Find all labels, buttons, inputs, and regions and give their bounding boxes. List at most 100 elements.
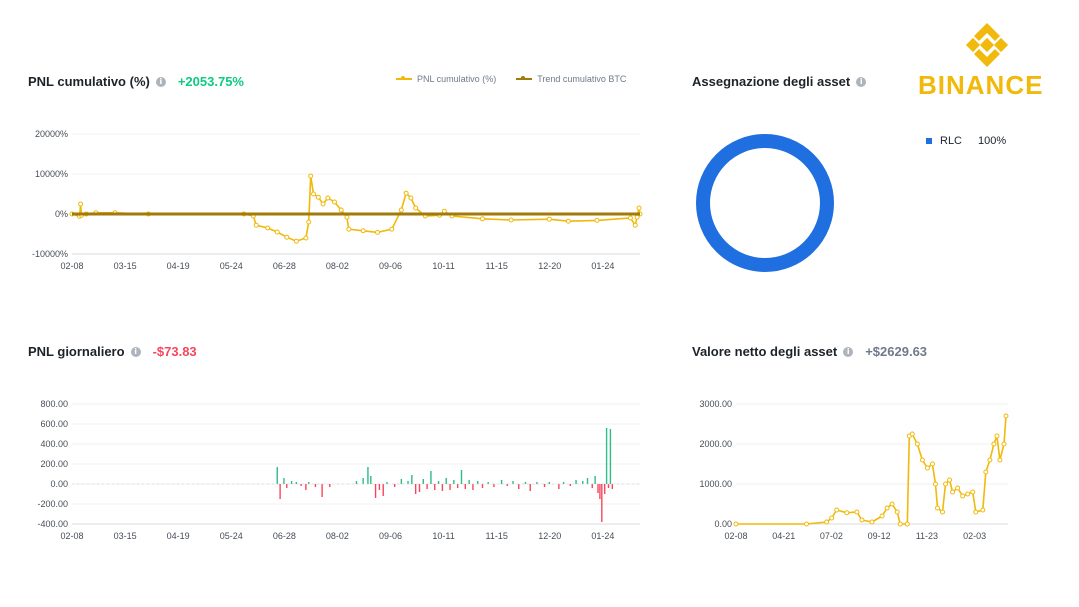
info-icon[interactable]: i: [130, 346, 141, 357]
y-tick-label: 20000%: [35, 129, 68, 139]
data-point: [889, 501, 895, 507]
bar: [500, 480, 503, 484]
legend-swatch-pnl: [396, 76, 412, 80]
bar: [518, 484, 520, 489]
bar: [493, 484, 495, 487]
data-point: [332, 199, 338, 205]
y-tick-label: -200.00: [37, 499, 68, 509]
binance-logo: BINANCE: [912, 20, 1062, 102]
bar: [569, 484, 572, 486]
x-tick-label: 09-06: [379, 261, 402, 271]
data-point: [403, 190, 409, 196]
bar: [558, 484, 560, 489]
data-point: [594, 217, 600, 223]
daily-pnl-title: PNL giornaliero: [28, 344, 125, 359]
data-point: [360, 228, 366, 234]
data-point: [829, 515, 835, 521]
bar: [609, 429, 612, 484]
bar: [591, 484, 593, 488]
data-point: [897, 521, 903, 527]
allocation-donut-chart: [696, 134, 834, 272]
info-icon[interactable]: i: [856, 76, 867, 87]
data-point: [303, 235, 309, 241]
y-tick-label: 2000.00: [699, 439, 732, 449]
networth-chart: 3000.00 2000.00 1000.00 0.00 02-08 04-21 07-02…: [699, 399, 1009, 541]
bar: [276, 467, 278, 484]
y-tick-label: 400.00: [40, 439, 68, 449]
bar: [437, 481, 440, 484]
bar: [290, 481, 293, 484]
bar: [362, 478, 364, 484]
data-point: [955, 485, 961, 491]
bar: [283, 478, 285, 484]
data-point: [293, 238, 299, 244]
info-icon[interactable]: i: [843, 346, 854, 357]
data-point: [919, 457, 925, 463]
allocation-asset-label: RLC: [940, 135, 963, 147]
x-tick-label: 02-08: [60, 261, 83, 271]
binance-diamond-icon: [965, 23, 1009, 67]
bar: [329, 484, 331, 487]
data-point: [306, 219, 312, 225]
networth-header: Valore netto degli asset i +$2629.63: [692, 344, 927, 359]
bar: [411, 475, 413, 484]
cumulative-legend: PNL cumulativo (%) Trend cumulativo BTC: [396, 74, 626, 84]
data-point: [733, 521, 739, 527]
y-tick-label: 200.00: [40, 459, 68, 469]
data-point: [934, 505, 940, 511]
data-point: [508, 217, 514, 223]
data-point: [338, 207, 344, 213]
bar: [468, 480, 470, 484]
x-tick-label: 04-21: [772, 531, 795, 541]
cumulative-pnl-value: +2053.75%: [177, 74, 244, 89]
cumulative-pnl-chart: 20000% 10000% 0% -10000% 02-08 03-15 04-19 05-2…: [32, 129, 643, 271]
data-point: [950, 489, 956, 495]
bar: [512, 481, 514, 484]
data-point: [834, 507, 840, 513]
bar: [314, 484, 317, 487]
x-tick-label: 02-08: [724, 531, 747, 541]
data-point: [947, 477, 953, 483]
data-point: [894, 509, 900, 515]
bar: [464, 484, 467, 489]
bar: [378, 484, 381, 490]
legend-item-btc[interactable]: Trend cumulativo BTC: [516, 74, 626, 84]
bar: [594, 476, 596, 484]
data-point: [413, 205, 419, 211]
x-tick-label: 09-12: [868, 531, 891, 541]
legend-item-pnl[interactable]: PNL cumulativo (%): [396, 74, 496, 84]
pie-slice-rlc: [696, 134, 834, 272]
data-point: [924, 465, 930, 471]
bar: [524, 482, 527, 484]
bar: [601, 484, 603, 522]
bar: [300, 484, 302, 486]
bar: [355, 481, 358, 484]
data-point: [991, 441, 997, 447]
data-point: [940, 509, 946, 515]
data-point: [973, 509, 979, 515]
bar: [456, 484, 459, 488]
legend-label-btc: Trend cumulativo BTC: [537, 74, 627, 84]
data-point: [1003, 413, 1009, 419]
data-point: [879, 513, 885, 519]
data-point: [374, 229, 380, 235]
x-tick-label: 07-02: [820, 531, 843, 541]
bar: [400, 479, 403, 484]
bar: [367, 467, 369, 484]
data-point: [308, 173, 314, 179]
networth-value: +$2629.63: [865, 344, 928, 359]
info-icon[interactable]: i: [155, 76, 166, 87]
bar: [477, 481, 479, 484]
data-point: [565, 218, 571, 224]
data-point: [983, 469, 989, 475]
bar: [582, 481, 584, 484]
allocation-header: Assegnazione degli asset i: [692, 74, 867, 89]
x-tick-label: 11-23: [916, 531, 938, 541]
x-tick-label: 02-08: [60, 531, 83, 541]
data-point: [78, 201, 84, 207]
data-point: [632, 222, 638, 228]
bar: [607, 484, 610, 488]
x-tick-label: 09-06: [379, 531, 402, 541]
data-point: [265, 225, 271, 231]
data-point: [389, 226, 395, 232]
